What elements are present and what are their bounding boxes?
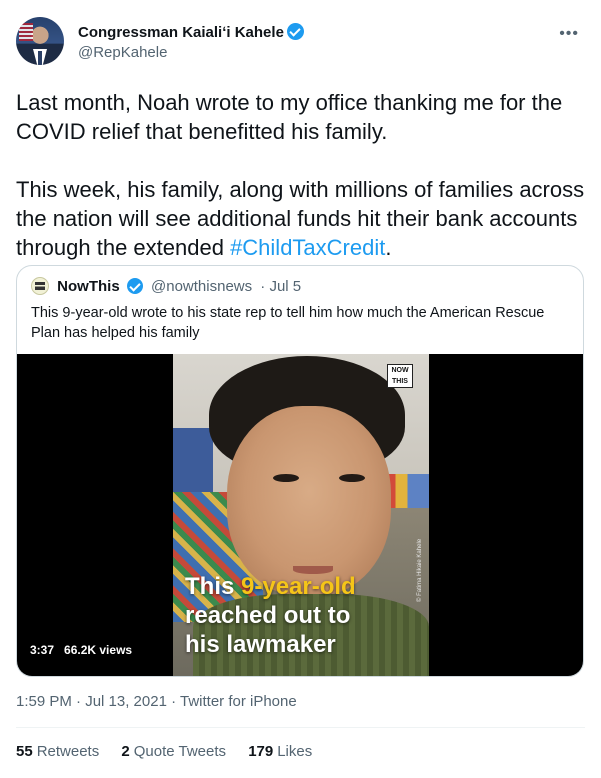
tweet-text: Last month, Noah wrote to my office than… (16, 88, 588, 262)
video-duration: 3:37 (30, 643, 55, 657)
verified-badge-icon (286, 23, 304, 40)
engagement-stats: 55 Retweets 2 Quote Tweets 179 Likes (16, 743, 330, 760)
tweet: Congressman Kaialiʻi Kahele @RepKahele •… (0, 0, 601, 778)
avatar-tie (38, 51, 42, 65)
caption-text: This (185, 573, 242, 600)
video-bg-object (173, 428, 213, 498)
quote-tweets-label: Quote Tweets (133, 743, 227, 760)
author-name-row[interactable]: Congressman Kaialiʻi Kahele (78, 23, 304, 41)
video-caption: This 9-year-old reached out to his lawma… (185, 572, 415, 659)
tweet-paragraph-end: . (385, 235, 392, 260)
avatar[interactable] (16, 17, 64, 65)
likes-count: 179 (248, 743, 274, 760)
quote-tweets-count: 2 (121, 743, 130, 760)
video-credit: © Fatima Hikaie Kahele (417, 538, 423, 602)
quoted-author-name[interactable]: NowThis (57, 278, 120, 295)
retweets-label: Retweets (36, 743, 100, 760)
watermark-line: THIS (392, 378, 408, 385)
likes-stat[interactable]: 179 Likes (248, 743, 312, 760)
retweets-stat[interactable]: 55 Retweets (16, 743, 99, 760)
boy-eye-left (273, 474, 299, 482)
more-icon[interactable]: ••• (559, 25, 579, 43)
video-views: 66.2K views (64, 643, 133, 657)
nowthis-watermark: NOW THIS (387, 364, 413, 388)
quoted-tweet-text: This 9-year-old wrote to his state rep t… (31, 305, 545, 341)
divider (16, 727, 585, 728)
tweet-timestamp[interactable]: 1:59 PM · Jul 13, 2021 · Twitter for iPh… (16, 693, 297, 710)
tweet-paragraph: Last month, Noah wrote to my office than… (16, 90, 563, 144)
author-handle[interactable]: @RepKahele (78, 44, 167, 61)
boy-eye-right (339, 474, 365, 482)
likes-label: Likes (277, 743, 313, 760)
video-frame: NOW THIS This 9-year-old reached out to … (173, 354, 429, 676)
tweet-header: Congressman Kaialiʻi Kahele @RepKahele •… (16, 17, 585, 67)
quoted-tweet-header: NowThis @nowthisnews · Jul 5 (31, 277, 301, 299)
caption-line: This 9-year-old (185, 572, 415, 601)
quoted-tweet-date[interactable]: · Jul 5 (260, 278, 301, 295)
quoted-author-handle[interactable]: @nowthisnews (151, 278, 252, 295)
caption-line: his lawmaker (185, 631, 336, 658)
flag-icon (19, 23, 33, 41)
quote-tweets-stat[interactable]: 2 Quote Tweets (121, 743, 226, 760)
caption-highlight: 9-year-old (241, 573, 356, 600)
video-player[interactable]: NOW THIS This 9-year-old reached out to … (17, 354, 583, 676)
caption-line: reached out to (185, 602, 351, 629)
hashtag-link[interactable]: #ChildTaxCredit (230, 235, 385, 260)
retweets-count: 55 (16, 743, 33, 760)
tweet-paragraph: This week, his family, along with millio… (16, 175, 588, 262)
verified-badge-icon (126, 278, 143, 294)
author-name[interactable]: Congressman Kaialiʻi Kahele (78, 24, 284, 41)
video-meta: 3:37 66.2K views (30, 643, 132, 657)
quoted-tweet[interactable]: NowThis @nowthisnews · Jul 5 This 9-year… (16, 265, 584, 677)
watermark-line: NOW (391, 367, 409, 374)
nowthis-avatar-icon[interactable] (31, 277, 49, 295)
